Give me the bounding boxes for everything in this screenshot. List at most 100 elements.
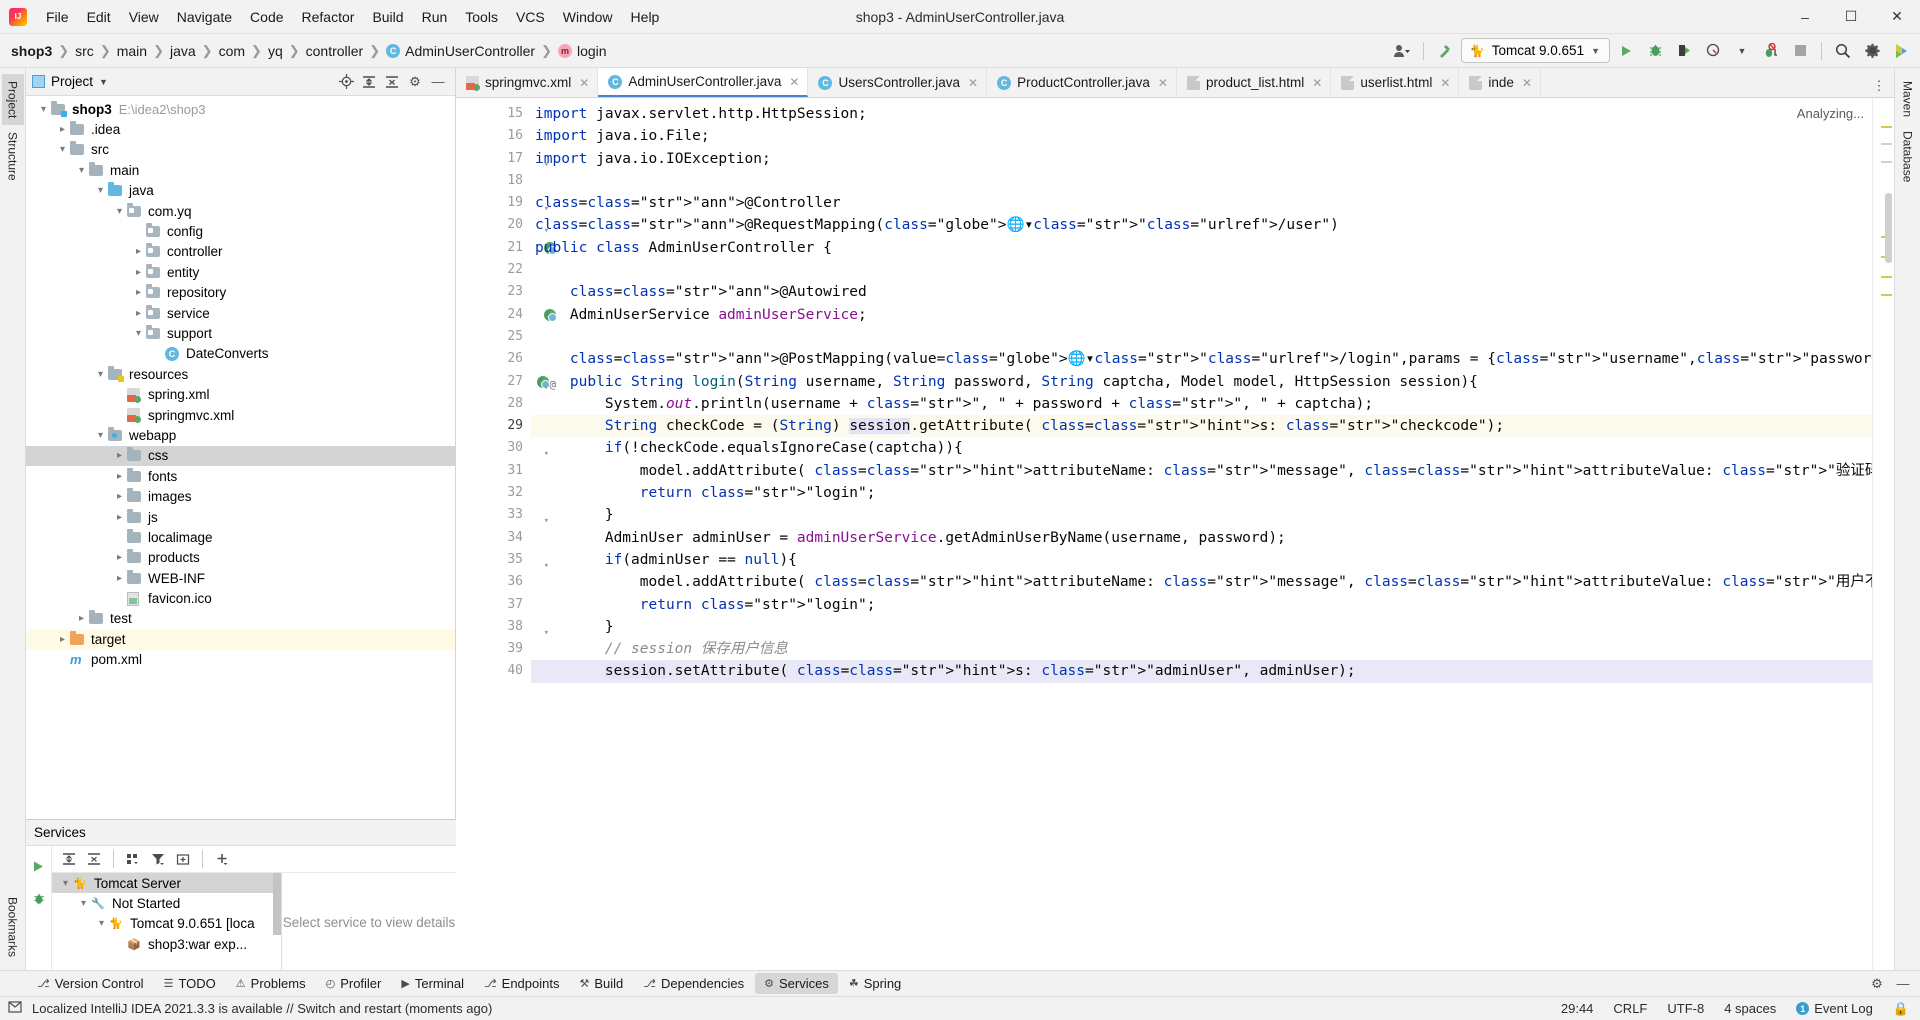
chevron-right-icon[interactable]: ▸ — [112, 552, 127, 563]
rail-item-database[interactable]: Database — [1897, 124, 1919, 189]
rail-item-structure[interactable]: Structure — [2, 125, 24, 188]
code-line-19[interactable]: class=class="str">"ann">@Controller — [531, 192, 1872, 214]
chevron-down-icon[interactable]: ▾ — [112, 206, 127, 217]
toolwindow-button-endpoints[interactable]: ⎇ Endpoints — [475, 973, 569, 994]
gutter-line-23[interactable]: 23 — [456, 281, 531, 303]
editor-tab-product-list-html[interactable]: product_list.html ✕ — [1177, 68, 1332, 97]
stripe-mark[interactable] — [1881, 161, 1892, 163]
expand-all-icon[interactable] — [358, 71, 380, 93]
code-line-32[interactable]: return class="str">"login"; — [531, 482, 1872, 504]
run-configuration-selector[interactable]: 🐈 Tomcat 9.0.651 ▼ — [1460, 38, 1610, 63]
chevron-right-icon[interactable]: ▸ — [74, 613, 89, 624]
tree-node-favicon-ico[interactable]: favicon.ico — [26, 588, 455, 608]
code-line-31[interactable]: model.addAttribute( class=class="str">"h… — [531, 460, 1872, 482]
collapse-all-icon[interactable] — [381, 71, 403, 93]
code-line-34[interactable]: AdminUser adminUser = adminUserService.g… — [531, 527, 1872, 549]
breadcrumb-shop3[interactable]: shop3 — [6, 41, 57, 61]
chevron-down-icon[interactable]: ▾ — [131, 328, 146, 339]
toolwindow-button-todo[interactable]: ☰ TODO — [155, 973, 225, 994]
menu-tools[interactable]: Tools — [456, 5, 507, 29]
breadcrumb-controller[interactable]: controller — [301, 41, 369, 61]
close-icon[interactable]: ✕ — [1522, 76, 1532, 90]
chevron-down-icon[interactable]: ▾ — [58, 878, 73, 889]
gutter-line-22[interactable]: 22 — [456, 259, 531, 281]
code-line-38[interactable]: } — [531, 616, 1872, 638]
breadcrumb-src[interactable]: src — [70, 41, 99, 61]
tree-node-dateconverts[interactable]: C DateConverts — [26, 344, 455, 364]
toolwindow-button-build[interactable]: ⚒ Build — [570, 973, 632, 994]
filter-icon[interactable] — [147, 849, 169, 870]
stripe-warning-mark[interactable] — [1881, 276, 1892, 278]
menu-help[interactable]: Help — [622, 5, 669, 29]
rail-item-bookmarks[interactable]: Bookmarks — [2, 890, 24, 964]
gutter-line-29[interactable]: 29 — [456, 415, 531, 437]
services-tree[interactable]: ▾ 🐈 Tomcat Server ▾ 🔧 Not Started ▾ 🐈 Tomcat 9.0… — [52, 873, 282, 970]
gutter-line-18[interactable]: 18 — [456, 170, 531, 192]
code-line-26[interactable]: class=class="str">"ann">@PostMapping(val… — [531, 348, 1872, 370]
add-tab-icon[interactable] — [172, 849, 194, 870]
breadcrumb-main[interactable]: main — [112, 41, 152, 61]
gutter-line-40[interactable]: 40 — [456, 660, 531, 682]
code-line-17[interactable]: import java.io.IOException; — [531, 148, 1872, 170]
hide-panel-icon[interactable]: — — [427, 71, 449, 93]
toolwindow-button-dependencies[interactable]: ⎇ Dependencies — [634, 973, 753, 994]
stripe-warning-mark[interactable] — [1881, 294, 1892, 296]
gutter-line-24[interactable]: 24 — [456, 304, 557, 326]
menu-edit[interactable]: Edit — [78, 5, 120, 29]
toolwindow-button-terminal[interactable]: ▶ Terminal — [392, 973, 473, 994]
tree-node-resources[interactable]: ▾ resources — [26, 364, 455, 384]
service-node-tomcat-server[interactable]: ▾ 🐈 Tomcat Server — [52, 873, 281, 894]
gutter-line-27[interactable]: 27@▾ — [456, 371, 556, 393]
code-line-36[interactable]: model.addAttribute( class=class="str">"h… — [531, 571, 1872, 593]
editor-tab-productcontroller-java[interactable]: C ProductController.java ✕ — [987, 68, 1177, 97]
editor-scrollbar-thumb[interactable] — [1885, 193, 1892, 263]
service-node-not-started[interactable]: ▾ 🔧 Not Started — [52, 893, 281, 913]
code-line-30[interactable]: if(!checkCode.equalsIgnoreCase(captcha))… — [531, 437, 1872, 459]
tree-node-src[interactable]: ▾ src — [26, 140, 455, 160]
toolwindow-button-services[interactable]: ⚙ Services — [755, 973, 838, 994]
chevron-right-icon[interactable]: ▸ — [112, 450, 127, 461]
menu-window[interactable]: Window — [554, 5, 622, 29]
tree-node-java[interactable]: ▾ java — [26, 181, 455, 201]
code-line-28[interactable]: System.out.println(username + class="str… — [531, 393, 1872, 415]
code-line-27[interactable]: public String login(String username, Str… — [531, 371, 1872, 393]
gutter-line-34[interactable]: 34 — [456, 527, 531, 549]
tree-node-com-yq[interactable]: ▾ com.yq — [26, 201, 455, 221]
tree-node-support[interactable]: ▾ support — [26, 323, 455, 343]
gutter-line-36[interactable]: 36 — [456, 571, 531, 593]
chevron-down-icon[interactable]: ▾ — [93, 430, 108, 441]
menu-file[interactable]: File — [37, 5, 78, 29]
stripe-mark[interactable] — [1881, 143, 1892, 145]
tree-node-service[interactable]: ▸ service — [26, 303, 455, 323]
settings-gear-icon[interactable]: ⚙ — [404, 71, 426, 93]
gutter-line-17[interactable]: 17 ▾ — [456, 148, 549, 170]
chevron-down-icon[interactable]: ▾ — [74, 165, 89, 176]
add-icon[interactable] — [211, 849, 233, 870]
gutter-line-28[interactable]: 28 — [456, 393, 531, 415]
gutter-line-31[interactable]: 31 — [456, 460, 531, 482]
editor-tab-adminusercontroller-java[interactable]: C AdminUserController.java ✕ — [598, 68, 809, 97]
rail-item-maven[interactable]: Maven — [1897, 74, 1919, 124]
gutter-line-19[interactable]: 19 ▾ — [456, 192, 549, 214]
code-line-25[interactable] — [531, 326, 1872, 348]
chevron-right-icon[interactable]: ▸ — [131, 246, 146, 257]
code-line-20[interactable]: class=class="str">"ann">@RequestMapping(… — [531, 214, 1872, 236]
user-avatar-icon[interactable] — [1389, 38, 1415, 64]
toolwindow-button-version-control[interactable]: ⎇ Version Control — [28, 973, 153, 994]
chevron-down-icon[interactable]: ▾ — [36, 104, 51, 115]
project-tree[interactable]: ▾ shop3 E:\idea2\shop3 ▸ .idea ▾ src ▾ main ▾ java… — [26, 96, 455, 819]
code-line-15[interactable]: import javax.servlet.http.HttpSession; — [531, 103, 1872, 125]
tree-node-web-inf[interactable]: ▸ WEB-INF — [26, 568, 455, 588]
file-encoding[interactable]: UTF-8 — [1664, 1000, 1707, 1017]
lock-icon[interactable]: 🔒 — [1890, 1000, 1912, 1018]
editor-tab-inde[interactable]: inde ✕ — [1459, 68, 1541, 97]
tree-node-fonts[interactable]: ▸ fonts — [26, 466, 455, 486]
breadcrumb-class[interactable]: C AdminUserController — [381, 41, 540, 61]
gutter-line-38[interactable]: 38 ▾ — [456, 616, 549, 638]
chevron-right-icon[interactable]: ▸ — [55, 634, 70, 645]
toolwindow-button-problems[interactable]: ⚠ Problems — [227, 973, 315, 994]
search-everywhere-icon[interactable] — [1830, 38, 1856, 64]
editor-tab-userscontroller-java[interactable]: C UsersController.java ✕ — [808, 68, 988, 97]
gutter-line-21[interactable]: 21 — [456, 237, 557, 259]
toolwindow-button-spring[interactable]: ☘ Spring — [840, 973, 910, 994]
